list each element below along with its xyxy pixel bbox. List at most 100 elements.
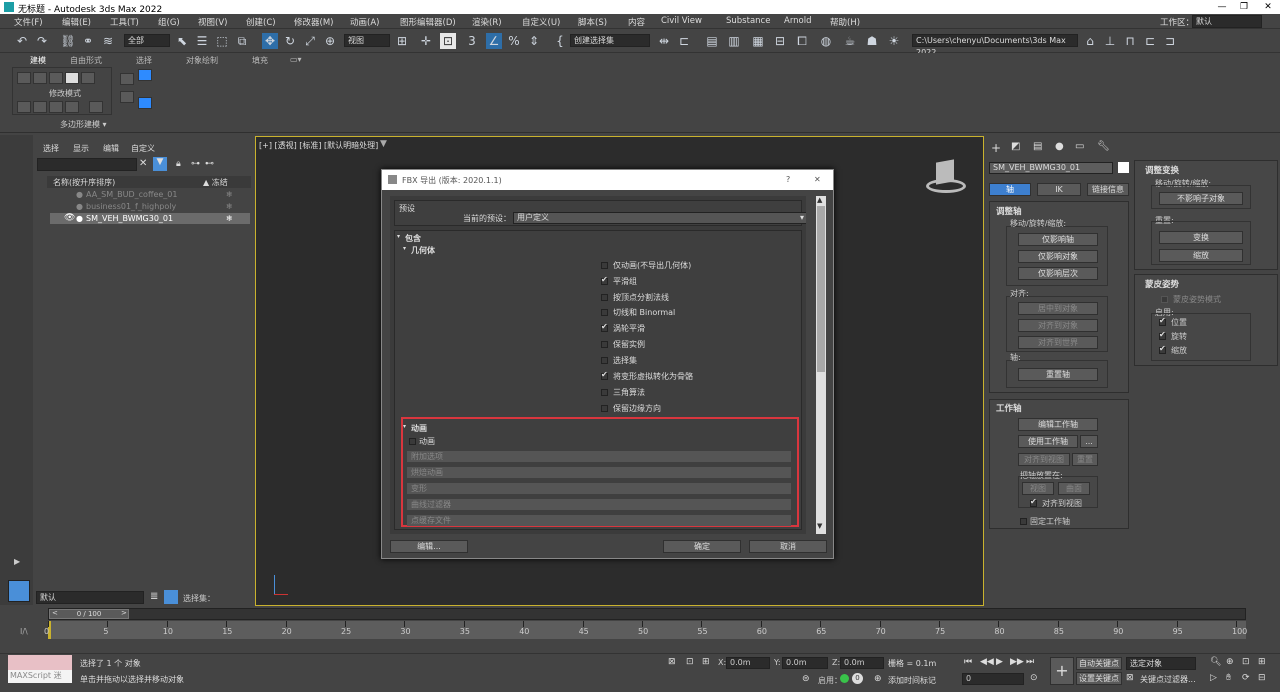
y-field[interactable]: 0.0m xyxy=(782,657,828,669)
menu-view[interactable]: 视图(V) xyxy=(198,16,227,28)
visibility-eye-icon[interactable]: 👁︎ xyxy=(64,213,75,224)
scl-checkbox[interactable] xyxy=(1159,344,1166,354)
object-name-field[interactable]: SM_VEH_BWMG30_01 xyxy=(989,162,1113,174)
render-setup-icon[interactable]: ☕ xyxy=(842,33,858,49)
viewport-filter-icon[interactable]: ▼ xyxy=(380,139,387,149)
zoom-icon[interactable]: 🔍︎ xyxy=(1210,657,1221,667)
ribbon-btn-5[interactable] xyxy=(81,72,95,84)
tab-link-info[interactable]: 链接信息 xyxy=(1087,183,1129,196)
opt-split-normals-checkbox[interactable] xyxy=(601,294,608,301)
geometry-collapse-icon[interactable]: ▾ xyxy=(403,245,406,252)
place-view-button[interactable]: 视图 xyxy=(1022,482,1054,495)
reset-scale-button[interactable]: 缩放 xyxy=(1159,249,1243,262)
time-config-icon[interactable]: ⊜ xyxy=(802,674,810,684)
dialog-scrollbar[interactable]: ▲ ▼ xyxy=(816,196,826,534)
working-pivot-title[interactable]: 工作轴 xyxy=(996,402,1022,414)
ribbon-btn-14[interactable] xyxy=(138,97,152,109)
menu-civil-view[interactable]: Civil View xyxy=(661,16,702,26)
zoom-all-icon[interactable]: ⊕ xyxy=(1226,657,1234,667)
dialog-close-button[interactable]: ✕ xyxy=(814,175,821,184)
maxscript-listener[interactable] xyxy=(8,655,72,670)
scene-search-input[interactable] xyxy=(37,158,137,171)
scene-tab-select[interactable]: 选择 xyxy=(43,143,59,154)
include-title[interactable]: 包含 xyxy=(405,233,421,244)
wp-options-button[interactable]: ... xyxy=(1080,435,1098,448)
animation-collapse-icon[interactable]: ▾ xyxy=(403,423,406,430)
goto-end-icon[interactable]: ⏭ xyxy=(1026,657,1034,667)
spinner-snap-icon[interactable]: ⇕ xyxy=(526,33,542,49)
scene-tab-customize[interactable]: 自定义 xyxy=(131,143,155,154)
ribbon-poly-label[interactable]: 多边形建模 ▾ xyxy=(60,119,107,130)
maximize-icon[interactable]: ❐ xyxy=(1232,0,1256,14)
snap-3d-icon[interactable]: 3 xyxy=(464,33,480,49)
menu-scripting[interactable]: 脚本(S) xyxy=(578,16,607,28)
add-time-tag-label[interactable]: 添加时间标记 xyxy=(888,675,936,686)
anim-point-cache[interactable]: 点缓存文件 xyxy=(407,515,791,526)
rect-selection-icon[interactable]: ⬚ xyxy=(214,33,230,49)
named-selection-select[interactable]: 创建选择集 xyxy=(570,34,650,47)
slider-right-icon[interactable]: > xyxy=(121,609,127,617)
pan-icon[interactable]: ✋︎ xyxy=(1226,673,1231,683)
align-view-checkbox[interactable] xyxy=(1030,497,1037,507)
redo-icon[interactable]: ↷ xyxy=(34,33,50,49)
x-field[interactable]: 0.0m xyxy=(726,657,770,669)
unlink-icon[interactable]: ⚭ xyxy=(80,33,96,49)
layer-stack-icon[interactable]: ≣ xyxy=(150,591,158,602)
workspace-select[interactable]: 默认 xyxy=(1192,15,1262,28)
menu-graph-editors[interactable]: 图形编辑器(D) xyxy=(400,16,456,28)
ribbon-btn-6[interactable] xyxy=(17,101,31,113)
goto-start-icon[interactable]: ⏮ xyxy=(964,657,972,667)
adaptive-degradation-icon[interactable] xyxy=(840,674,849,683)
hierarchy-icon[interactable]: ⊶ xyxy=(191,159,200,169)
menu-content[interactable]: 内容 xyxy=(628,16,645,28)
z-field[interactable]: 0.0m xyxy=(840,657,884,669)
track-bar[interactable]: 0 5 10 15 20 25 30 35 40 45 50 55 60 65 70 75 80 85 90 95 10… xyxy=(44,621,1247,639)
tab-pivot[interactable]: 轴 xyxy=(989,183,1031,196)
collapse-arrow-icon[interactable]: ▶ xyxy=(14,557,20,566)
reset-transform-button[interactable]: 变换 xyxy=(1159,231,1243,244)
lock-wp-checkbox[interactable] xyxy=(1020,518,1027,525)
affect-object-button[interactable]: 仅影响对象 xyxy=(1018,250,1098,263)
menu-substance[interactable]: Substance xyxy=(726,16,770,26)
key-target-select[interactable]: 选定对象 xyxy=(1126,657,1196,670)
align-icon[interactable]: ⊏ xyxy=(676,33,692,49)
ribbon-tab-selection[interactable]: 选择 xyxy=(136,55,152,66)
ribbon-btn-10[interactable] xyxy=(89,101,103,113)
undo-icon[interactable]: ↶ xyxy=(14,33,30,49)
ribbon-btn-13[interactable] xyxy=(138,69,152,81)
lock-icon[interactable]: 🔒︎ xyxy=(176,159,181,169)
ribbon-tab-populate[interactable]: 填充 xyxy=(252,55,268,66)
keyboard-shortcut-icon[interactable]: ⊡ xyxy=(440,33,456,49)
layer-icon[interactable]: ⊷ xyxy=(205,159,214,169)
opt-turbosmooth-checkbox[interactable] xyxy=(601,322,608,332)
render-icon[interactable]: ☀ xyxy=(886,33,902,49)
mirror-icon[interactable]: ⇹ xyxy=(656,33,672,49)
menu-group[interactable]: 组(G) xyxy=(158,16,180,28)
next-frame-icon[interactable]: ▶▶ xyxy=(1010,657,1024,667)
freeze-icon[interactable]: ❄ xyxy=(226,213,233,224)
ribbon-btn-9[interactable] xyxy=(65,101,79,113)
ribbon-tab-freeform[interactable]: 自由形式 xyxy=(70,55,102,66)
adjust-transform-title[interactable]: 调整变换 xyxy=(1145,164,1179,176)
material-editor-icon[interactable]: ◍ xyxy=(818,33,834,49)
isolate-icon[interactable]: ⊠ xyxy=(668,657,676,667)
selset-icon[interactable] xyxy=(164,590,178,604)
cancel-button[interactable]: 取消 xyxy=(749,540,827,553)
dont-affect-children-button[interactable]: 不影响子对象 xyxy=(1159,192,1243,205)
pin-icon[interactable]: ⊥ xyxy=(1102,33,1118,49)
anim-curve-filters[interactable]: 曲线过滤器 xyxy=(407,499,791,510)
zoom-extents-all-icon[interactable]: ⊞ xyxy=(1258,657,1266,667)
affect-pivot-button[interactable]: 仅影响轴 xyxy=(1018,233,1098,246)
pivot-center-icon[interactable]: ⊞ xyxy=(394,33,410,49)
menu-help[interactable]: 帮助(H) xyxy=(830,16,860,28)
reset-pivot-button[interactable]: 重置轴 xyxy=(1018,368,1098,381)
track-view-toggle-icon[interactable]: I/\ xyxy=(20,627,28,636)
viewport-label[interactable]: [+] [透视] [标准] [默认明暗处理] xyxy=(259,140,378,151)
viewport-config-icon[interactable]: ⊓ xyxy=(1122,33,1138,49)
menu-create[interactable]: 创建(C) xyxy=(246,16,276,28)
geometry-title[interactable]: 几何体 xyxy=(411,245,435,256)
tab-ik[interactable]: IK xyxy=(1037,183,1081,196)
zoom-extents-icon[interactable]: ⊡ xyxy=(1242,657,1250,667)
ok-button[interactable]: 确定 xyxy=(663,540,741,553)
menu-animation[interactable]: 动画(A) xyxy=(350,16,379,28)
